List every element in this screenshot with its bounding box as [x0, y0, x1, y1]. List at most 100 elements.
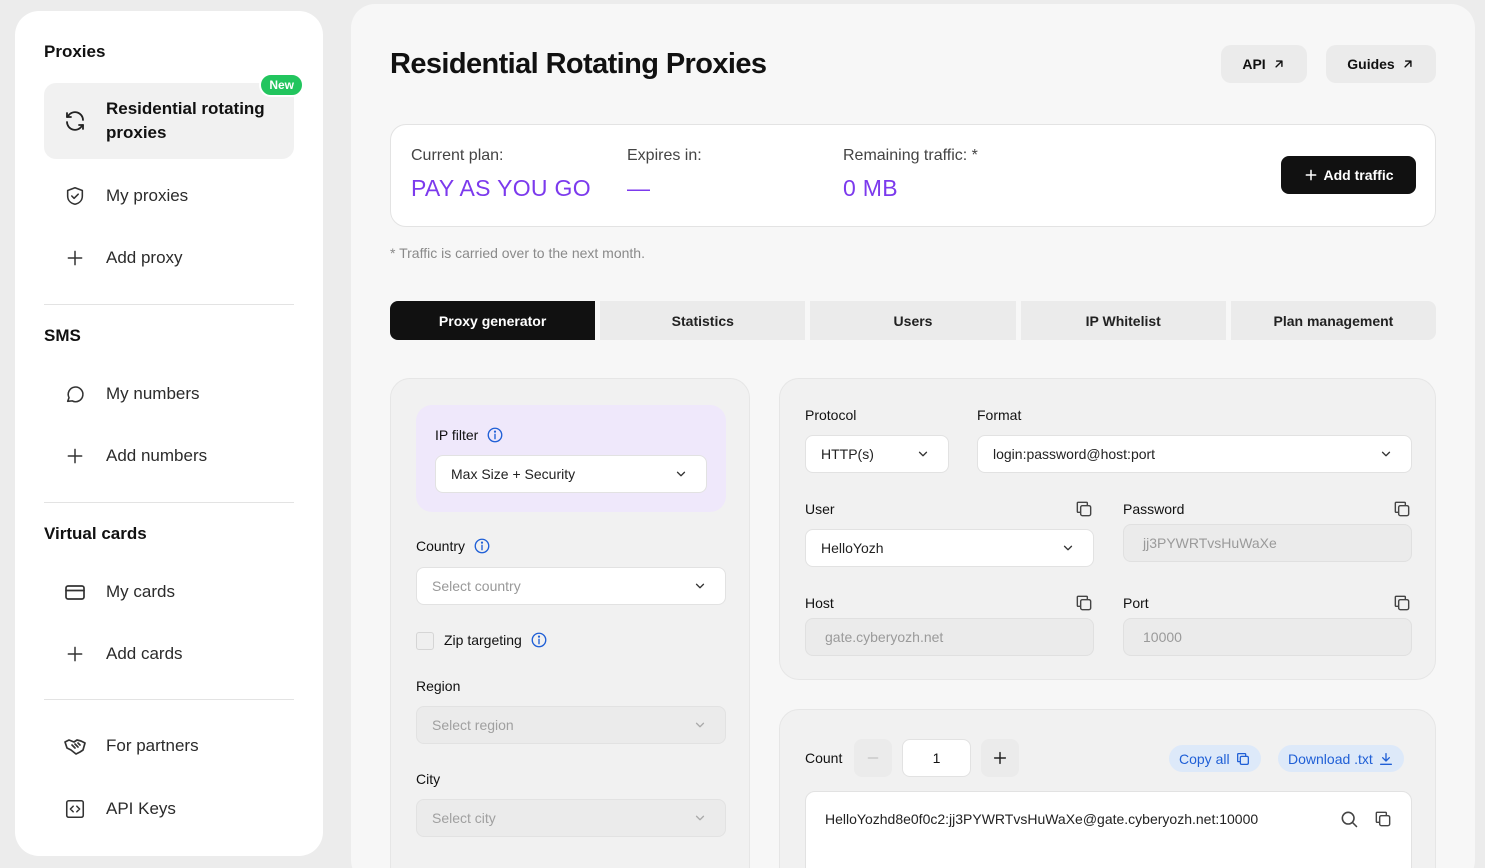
sidebar-item-label: My proxies	[106, 186, 189, 205]
ip-filter-field-label: IP filter	[435, 426, 504, 444]
country-field-label: Country	[416, 537, 491, 555]
zip-targeting-field-label: Zip targeting	[444, 631, 548, 649]
expires-value: —	[627, 175, 651, 201]
plus-icon	[992, 750, 1008, 766]
page-title: Residential Rotating Proxies	[390, 48, 767, 80]
sidebar-item-label: Add numbers	[106, 446, 208, 465]
copy-icon[interactable]	[1392, 499, 1412, 519]
country-label: Country	[416, 538, 466, 554]
sidebar-item-api-keys[interactable]: API Keys	[44, 783, 294, 835]
info-icon[interactable]	[473, 537, 491, 555]
current-plan: Current plan: PAY AS YOU GO	[411, 147, 591, 202]
plan-card: Current plan: PAY AS YOU GO Expires in: …	[390, 124, 1436, 227]
chevron-down-icon	[1379, 447, 1393, 461]
password-label: Password	[1123, 501, 1185, 517]
copy-all-button[interactable]: Copy all	[1169, 745, 1261, 772]
sidebar-item-residential-rotating-proxies[interactable]: Residential rotating proxies New	[44, 73, 304, 159]
chevron-down-icon	[693, 579, 707, 593]
city-label: City	[416, 771, 441, 787]
tab-users[interactable]: Users	[810, 301, 1016, 340]
format-select[interactable]: login:password@host:port	[977, 435, 1412, 473]
chevron-down-icon	[693, 718, 707, 732]
host-field[interactable]: gate.cyberyozh.net	[805, 618, 1094, 656]
ip-filter-label: IP filter	[435, 427, 479, 443]
decrement-button[interactable]	[854, 739, 892, 777]
region-select[interactable]: Select region	[416, 706, 726, 744]
chevron-down-icon	[674, 467, 688, 481]
credit-card-icon	[63, 580, 87, 604]
tab-proxy-generator[interactable]: Proxy generator	[390, 301, 596, 340]
user-select[interactable]: HelloYozh	[805, 529, 1094, 567]
shield-icon	[63, 184, 87, 208]
proxy-result-line[interactable]: HelloYozhd8e0f0c2:jj3PYWRTvsHuWaXe@gate.…	[825, 811, 1258, 827]
divider	[44, 502, 294, 503]
sidebar: Proxies Residential rotating proxies New…	[15, 11, 323, 856]
download-txt-button[interactable]: Download .txt	[1278, 745, 1404, 772]
sidebar-item-label: API Keys	[106, 799, 176, 818]
copy-icon[interactable]	[1074, 499, 1094, 519]
country-select[interactable]: Select country	[416, 567, 726, 605]
info-icon[interactable]	[486, 426, 504, 444]
protocol-label: Protocol	[805, 407, 857, 423]
current-plan-value: PAY AS YOU GO	[411, 175, 591, 201]
zip-targeting-checkbox[interactable]	[416, 632, 434, 650]
sidebar-item-my-numbers[interactable]: My numbers	[44, 368, 294, 420]
password-field[interactable]: jj3PYWRTvsHuWaXe	[1123, 524, 1412, 562]
config-panel: Protocol HTTP(s) Format login:password@h…	[779, 378, 1436, 680]
copy-icon[interactable]	[1074, 593, 1094, 613]
sidebar-item-label: Add proxy	[106, 248, 183, 267]
divider	[44, 304, 294, 305]
download-icon	[1378, 751, 1394, 767]
guides-button[interactable]: Guides	[1326, 45, 1436, 83]
ip-filter-select[interactable]: Max Size + Security	[435, 455, 707, 493]
expires-in: Expires in: —	[627, 147, 702, 202]
sidebar-item-label: Add cards	[106, 644, 183, 663]
chevron-down-icon	[916, 447, 930, 461]
api-button-label: API	[1242, 56, 1266, 72]
section-title-sms: SMS	[44, 326, 81, 345]
tab-ip-whitelist[interactable]: IP Whitelist	[1020, 301, 1226, 340]
protocol-value: HTTP(s)	[821, 446, 874, 462]
expires-label: Expires in:	[627, 147, 702, 164]
plus-icon	[63, 642, 87, 666]
remaining-traffic: Remaining traffic: * 0 MB	[843, 147, 978, 202]
copy-icon[interactable]	[1392, 593, 1412, 613]
sidebar-item-for-partners[interactable]: For partners	[44, 720, 294, 772]
sidebar-item-add-cards[interactable]: Add cards	[44, 628, 294, 680]
guides-button-label: Guides	[1347, 56, 1395, 72]
region-label: Region	[416, 678, 461, 694]
host-label: Host	[805, 595, 834, 611]
copy-icon	[1235, 751, 1251, 767]
format-label: Format	[977, 407, 1022, 423]
api-button[interactable]: API	[1221, 45, 1307, 83]
section-title-virtual-cards: Virtual cards	[44, 524, 147, 543]
plus-icon	[63, 444, 87, 468]
traffic-label: Remaining traffic: *	[843, 147, 978, 164]
increment-button[interactable]	[981, 739, 1019, 777]
port-field[interactable]: 10000	[1123, 618, 1412, 656]
format-value: login:password@host:port	[993, 446, 1156, 462]
handshake-icon	[63, 734, 87, 758]
ip-filter-box: IP filter Max Size + Security	[416, 405, 726, 512]
copy-icon[interactable]	[1373, 809, 1393, 829]
output-panel: Count 1 Copy all Download .txt HelloYozh…	[779, 709, 1436, 868]
sidebar-item-add-proxy[interactable]: Add proxy	[44, 232, 294, 284]
chevron-down-icon	[693, 811, 707, 825]
count-input[interactable]: 1	[902, 739, 971, 777]
tab-statistics[interactable]: Statistics	[600, 301, 806, 340]
city-placeholder: Select city	[432, 810, 496, 826]
add-traffic-button[interactable]: Add traffic	[1281, 156, 1416, 194]
sidebar-item-my-proxies[interactable]: My proxies	[44, 170, 294, 222]
tab-plan-management[interactable]: Plan management	[1230, 301, 1437, 340]
sidebar-item-add-numbers[interactable]: Add numbers	[44, 430, 294, 482]
city-select[interactable]: Select city	[416, 799, 726, 837]
arrow-up-right-icon	[1272, 57, 1286, 71]
protocol-select[interactable]: HTTP(s)	[805, 435, 949, 473]
copy-all-label: Copy all	[1179, 750, 1230, 767]
search-icon[interactable]	[1339, 809, 1359, 829]
sidebar-item-my-cards[interactable]: My cards	[44, 566, 294, 618]
info-icon[interactable]	[530, 631, 548, 649]
chevron-down-icon	[1061, 541, 1075, 555]
arrow-up-right-icon	[1401, 57, 1415, 71]
main-content: Residential Rotating Proxies API Guides …	[351, 4, 1475, 868]
